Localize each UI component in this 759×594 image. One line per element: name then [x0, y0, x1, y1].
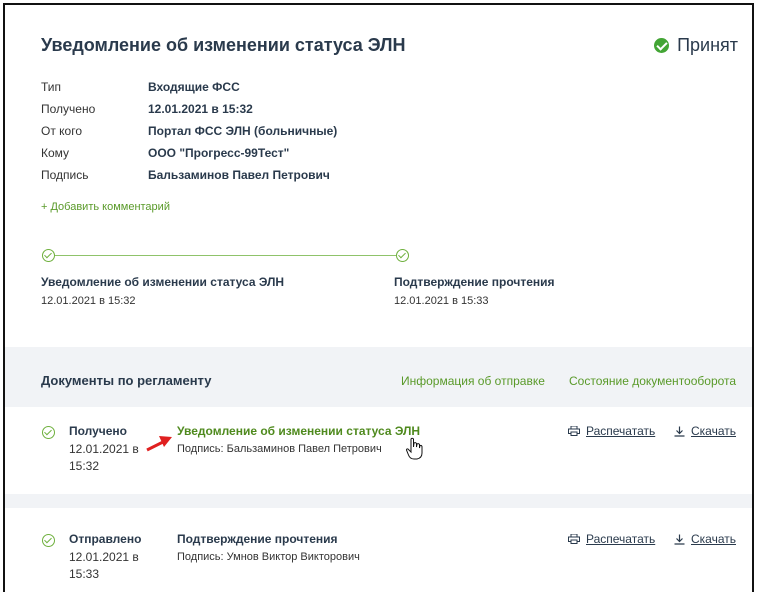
row-check-icon: [42, 426, 55, 439]
hand-cursor-icon: [405, 437, 423, 460]
check-circle-icon: [654, 38, 670, 53]
status-badge: Принят: [654, 35, 738, 56]
print-button[interactable]: Распечатать: [568, 532, 655, 546]
download-label: Скачать: [691, 424, 736, 438]
printer-icon: [568, 426, 580, 436]
page-title: Уведомление об изменении статуса ЭЛН: [41, 35, 406, 55]
printer-icon: [568, 534, 580, 544]
document-signature: Подпись: Бальзаминов Павел Петрович: [177, 443, 382, 455]
tab-workflow-status[interactable]: Состояние документооборота: [569, 374, 736, 388]
status-text: Принят: [677, 35, 738, 55]
row-date: 12.01.2021 в 15:33: [69, 549, 149, 583]
download-button[interactable]: Скачать: [674, 532, 736, 546]
timeline-step-date: 12.01.2021 в 15:32: [41, 295, 136, 307]
row-status: Отправлено: [69, 532, 142, 546]
document-title-link[interactable]: Уведомление об изменении статуса ЭЛН: [177, 424, 420, 438]
row-date-line1: 12.01.2021 в: [69, 550, 139, 564]
field-label-to: Кому: [41, 146, 70, 160]
document-signature: Подпись: Умнов Виктор Викторович: [177, 551, 360, 563]
timeline-step-title: Уведомление об изменении статуса ЭЛН: [41, 275, 285, 289]
field-value-to: ООО "Прогресс-99Тест": [148, 146, 290, 160]
timeline-check-icon: [42, 249, 55, 262]
field-value-from: Портал ФСС ЭЛН (больничные): [148, 124, 338, 138]
field-label-type: Тип: [41, 80, 62, 94]
row-date-line2: 15:32: [69, 459, 100, 473]
download-label: Скачать: [691, 532, 736, 546]
document-card: Уведомление об изменении статуса ЭЛН При…: [3, 3, 754, 592]
field-label-received: Получено: [41, 102, 96, 116]
field-value-signature: Бальзаминов Павел Петрович: [148, 168, 330, 182]
print-label: Распечатать: [586, 532, 656, 546]
red-arrow-icon: [146, 436, 172, 452]
field-label-signature: Подпись: [41, 168, 89, 182]
document-title-link[interactable]: Подтверждение прочтения: [177, 532, 338, 546]
print-label: Распечатать: [586, 424, 656, 438]
field-value-received: 12.01.2021 в 15:32: [148, 102, 253, 116]
download-button[interactable]: Скачать: [674, 424, 736, 438]
timeline-step-date: 12.01.2021 в 15:33: [394, 295, 489, 307]
timeline-check-icon: [396, 249, 409, 262]
timeline-connector: [53, 255, 401, 256]
timeline-step-title: Подтверждение прочтения: [394, 275, 555, 289]
row-date-line1: 12.01.2021 в: [69, 442, 139, 456]
field-value-type: Входящие ФСС: [148, 80, 240, 94]
row-date: 12.01.2021 в 15:32: [69, 441, 149, 475]
row-separator: [5, 494, 752, 508]
field-label-from: От кого: [41, 124, 83, 138]
documents-section-title: Документы по регламенту: [41, 373, 212, 388]
row-date-line2: 15:33: [69, 567, 100, 581]
add-comment-link[interactable]: + Добавить комментарий: [41, 201, 170, 213]
print-button[interactable]: Распечатать: [568, 424, 655, 438]
download-icon: [674, 426, 685, 437]
tab-sending-info[interactable]: Информация об отправке: [401, 374, 545, 388]
row-check-icon: [42, 534, 55, 547]
download-icon: [674, 534, 685, 545]
row-status: Получено: [69, 424, 128, 438]
